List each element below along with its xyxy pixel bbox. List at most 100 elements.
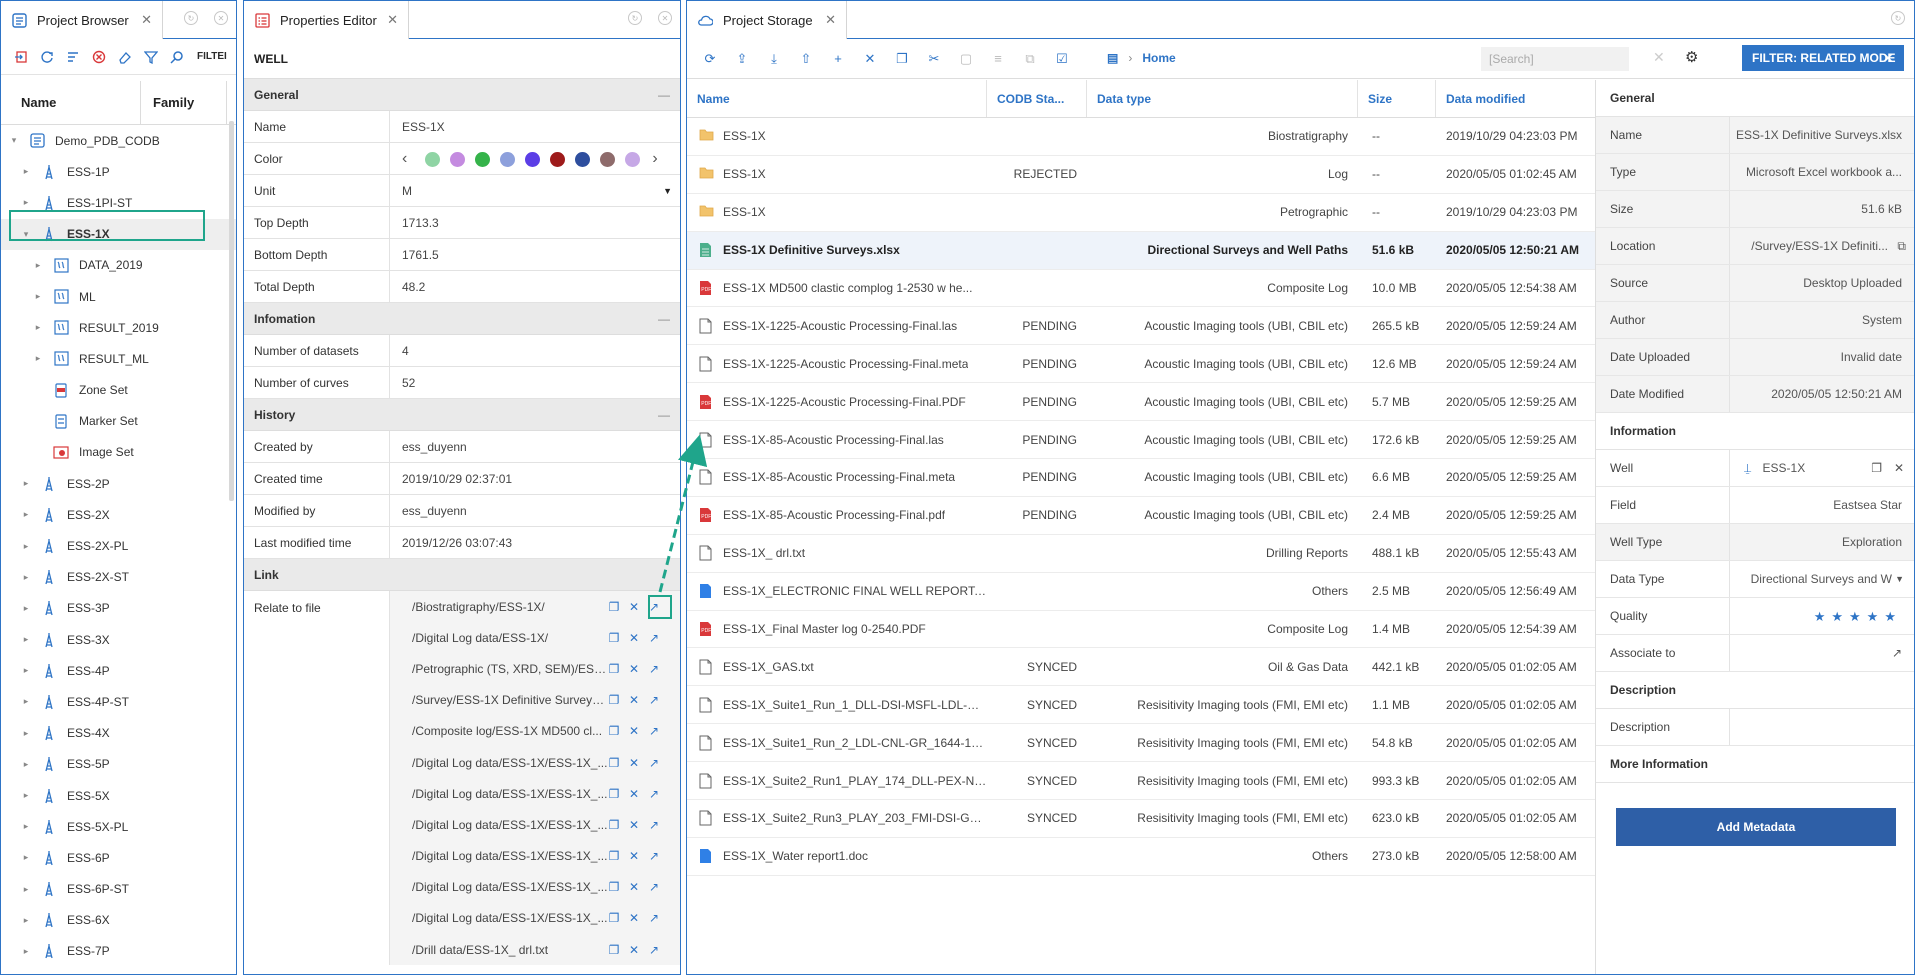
check-icon[interactable]: ☑ (1053, 51, 1071, 67)
tree-item[interactable]: ▸ ESS-2X (1, 499, 236, 530)
duplicate-icon[interactable]: ⧉ (1021, 51, 1039, 67)
property-value[interactable]: ess_duyenn (390, 495, 680, 526)
section-history[interactable]: History — (244, 399, 680, 431)
copy-icon[interactable]: ❐ (608, 849, 620, 863)
property-value[interactable]: ess_duyenn (390, 431, 680, 462)
copy-path-icon[interactable]: ⧉ (1897, 228, 1906, 264)
copy-icon[interactable]: ❐ (1871, 450, 1882, 486)
column-name[interactable]: Name (1, 80, 141, 125)
remove-icon[interactable]: ✕ (628, 693, 640, 707)
add-icon[interactable]: + (829, 51, 847, 66)
tree-item[interactable]: ▸ DATA_2019 (1, 250, 236, 281)
open-link-icon[interactable]: ↗ (1892, 646, 1902, 660)
tree-item[interactable]: ▸ ESS-2X-PL (1, 530, 236, 561)
refresh-icon[interactable]: ⟳ (701, 51, 719, 67)
property-value[interactable]: M ▼ (390, 175, 680, 206)
copy-icon[interactable]: ❐ (608, 880, 620, 894)
file-row[interactable]: ESS-1X_Suite2_Run1_PLAY_174_DLL-PEX-NG..… (687, 762, 1595, 801)
file-row[interactable]: ESS-1X_Suite1_Run_1_DLL-DSI-MSFL-LDL-GR.… (687, 686, 1595, 725)
section-information[interactable]: Infomation — (244, 303, 680, 335)
open-link-icon[interactable]: ↗ (648, 818, 660, 832)
file-row[interactable]: PDF ESS-1X-1225-Acoustic Processing-Final… (687, 383, 1595, 422)
chevron-right-icon[interactable]: ▸ (19, 946, 33, 957)
tree-item[interactable]: ▸ ESS-1P (1, 156, 236, 187)
tree-item[interactable]: Zone Set (1, 375, 236, 406)
chevron-down-icon[interactable]: ▾ (7, 135, 21, 146)
tree-item[interactable]: ▸ ESS-5P (1, 749, 236, 780)
tree-item[interactable]: ▸ ESS-4P-ST (1, 686, 236, 717)
remove-icon[interactable]: ✕ (628, 787, 640, 801)
remove-icon[interactable]: ✕ (628, 880, 640, 894)
file-row[interactable]: ESS-1X REJECTED Log -- 2020/05/05 01:02:45 A… (687, 156, 1595, 194)
open-link-icon[interactable]: ↗ (648, 880, 660, 894)
chevron-left-icon[interactable]: ‹ (402, 143, 407, 175)
filter-related-mode-button[interactable]: FILTER: RELATED MODE ✕ (1742, 45, 1904, 71)
property-value[interactable]: ‹ › (390, 143, 680, 174)
collapse-icon[interactable]: — (658, 79, 670, 111)
collapse-icon[interactable]: — (658, 303, 670, 335)
link-path[interactable]: /Digital Log data/ESS-1X/ESS-1X_... (400, 849, 608, 863)
color-swatch[interactable] (550, 151, 566, 167)
link-path[interactable]: /Digital Log data/ESS-1X/ESS-1X_... (400, 756, 608, 770)
close-panel-icon[interactable]: ✕ (658, 11, 672, 25)
copy-icon[interactable]: ❐ (893, 51, 911, 67)
tab-properties-editor[interactable]: Properties Editor ✕ (244, 1, 409, 39)
copy-icon[interactable]: ❐ (608, 818, 620, 832)
chevron-right-icon[interactable]: ▸ (19, 728, 33, 739)
property-value[interactable]: 2019/10/29 02:37:01 (390, 463, 680, 494)
open-link-icon[interactable]: ↗ (648, 756, 660, 770)
property-value[interactable]: 52 (390, 367, 680, 398)
gear-icon[interactable]: ⚙ (1685, 48, 1698, 66)
tree-item[interactable]: ▸ ESS-7P (1, 936, 236, 967)
open-link-icon[interactable]: ↗ (648, 911, 660, 925)
remove-icon[interactable]: ✕ (628, 849, 640, 863)
file-row[interactable]: ESS-1X_Suite2_Run3_PLAY_203_FMI-DSI-GR_.… (687, 800, 1595, 838)
tree-item[interactable]: Marker Set (1, 406, 236, 437)
tree-item[interactable]: ▸ ESS-2X-ST (1, 562, 236, 593)
open-link-icon[interactable]: ↗ (648, 849, 660, 863)
color-swatch[interactable] (625, 151, 641, 167)
file-row[interactable]: ESS-1X-85-Acoustic Processing-Final.las P… (687, 421, 1595, 460)
remove-icon[interactable]: ✕ (628, 943, 640, 957)
chevron-right-icon[interactable]: ▸ (31, 291, 45, 302)
quality-rating[interactable]: ★★★★★ (1730, 598, 1914, 634)
tree-item[interactable]: ▸ ESS-5X (1, 780, 236, 811)
import-icon[interactable] (13, 49, 29, 65)
delete-circle-icon[interactable] (91, 49, 107, 65)
chevron-right-icon[interactable]: ▸ (19, 790, 33, 801)
property-value[interactable]: 1713.3 (390, 207, 680, 238)
remove-icon[interactable]: ✕ (628, 724, 640, 738)
tree-item[interactable]: ▸ ESS-6X (1, 905, 236, 936)
detail-value[interactable]: Eastsea Star (1730, 487, 1914, 523)
file-row[interactable]: ESS-1X-1225-Acoustic Processing-Final.me… (687, 345, 1595, 384)
tree-item[interactable]: ▸ ESS-4P (1, 655, 236, 686)
list-icon[interactable]: ≡ (989, 51, 1007, 66)
copy-icon[interactable]: ❐ (608, 662, 620, 676)
link-path[interactable]: /Digital Log data/ESS-1X/ESS-1X_... (400, 787, 608, 801)
data-type-select[interactable]: Directional Surveys and W ▼ (1730, 561, 1914, 597)
file-row[interactable]: ESS-1X_ELECTRONIC FINAL WELL REPORT.doc O… (687, 573, 1595, 611)
open-link-icon[interactable]: ↗ (648, 943, 660, 957)
file-row[interactable]: ESS-1X Definitive Surveys.xlsx Directiona… (687, 231, 1595, 270)
file-row[interactable]: PDF ESS-1X_Final Master log 0-2540.PDF Com… (687, 611, 1595, 649)
file-row[interactable]: ESS-1X_Suite1_Run_2_LDL-CNL-GR_1644-17..… (687, 724, 1595, 763)
description-input[interactable] (1730, 709, 1914, 745)
remove-icon[interactable]: ✕ (628, 600, 640, 614)
restore-icon[interactable]: ↻ (1891, 11, 1905, 25)
open-link-icon[interactable]: ↗ (648, 631, 660, 645)
copy-icon[interactable]: ❐ (608, 724, 620, 738)
copy-icon[interactable]: ❐ (608, 911, 620, 925)
file-row[interactable]: ESS-1X Biostratigraphy -- 2019/10/29 04:23:… (687, 118, 1595, 156)
chevron-right-icon[interactable]: ▸ (19, 884, 33, 895)
tree-item[interactable]: Image Set (1, 437, 236, 468)
color-swatch[interactable] (450, 151, 466, 167)
link-path[interactable]: /Digital Log data/ESS-1X/ (400, 631, 608, 645)
remove-icon[interactable]: ✕ (628, 818, 640, 832)
open-link-icon[interactable]: ↗ (648, 787, 660, 801)
tree-item[interactable]: ▸ ESS-2P (1, 468, 236, 499)
breadcrumb-home[interactable]: Home (1142, 51, 1175, 65)
download-icon[interactable]: ⤓ (765, 51, 783, 67)
chevron-right-icon[interactable]: ▸ (19, 759, 33, 770)
file-row[interactable]: ESS-1X-85-Acoustic Processing-Final.meta… (687, 459, 1595, 497)
copy-icon[interactable]: ❐ (608, 943, 620, 957)
